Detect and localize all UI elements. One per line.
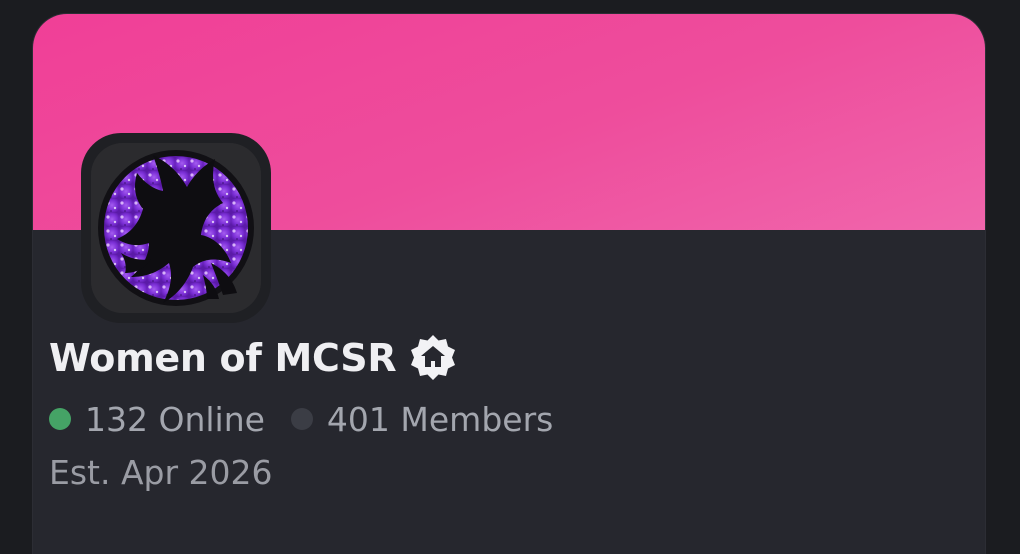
- server-icon-frame: [81, 133, 271, 323]
- online-status-dot: [49, 408, 71, 430]
- server-name: Women of MCSR: [49, 336, 397, 380]
- home-verified-badge-icon: [411, 335, 456, 380]
- server-name-row: Women of MCSR: [49, 333, 458, 383]
- server-icon-art: [91, 143, 261, 313]
- established-date: Est. Apr 2026: [49, 453, 273, 492]
- members-status-dot: [290, 408, 313, 430]
- server-icon: [91, 143, 261, 313]
- server-stats-row: 132 Online 401 Members: [49, 397, 553, 441]
- online-count: 132 Online: [85, 399, 265, 439]
- member-count: 401 Members: [326, 399, 554, 439]
